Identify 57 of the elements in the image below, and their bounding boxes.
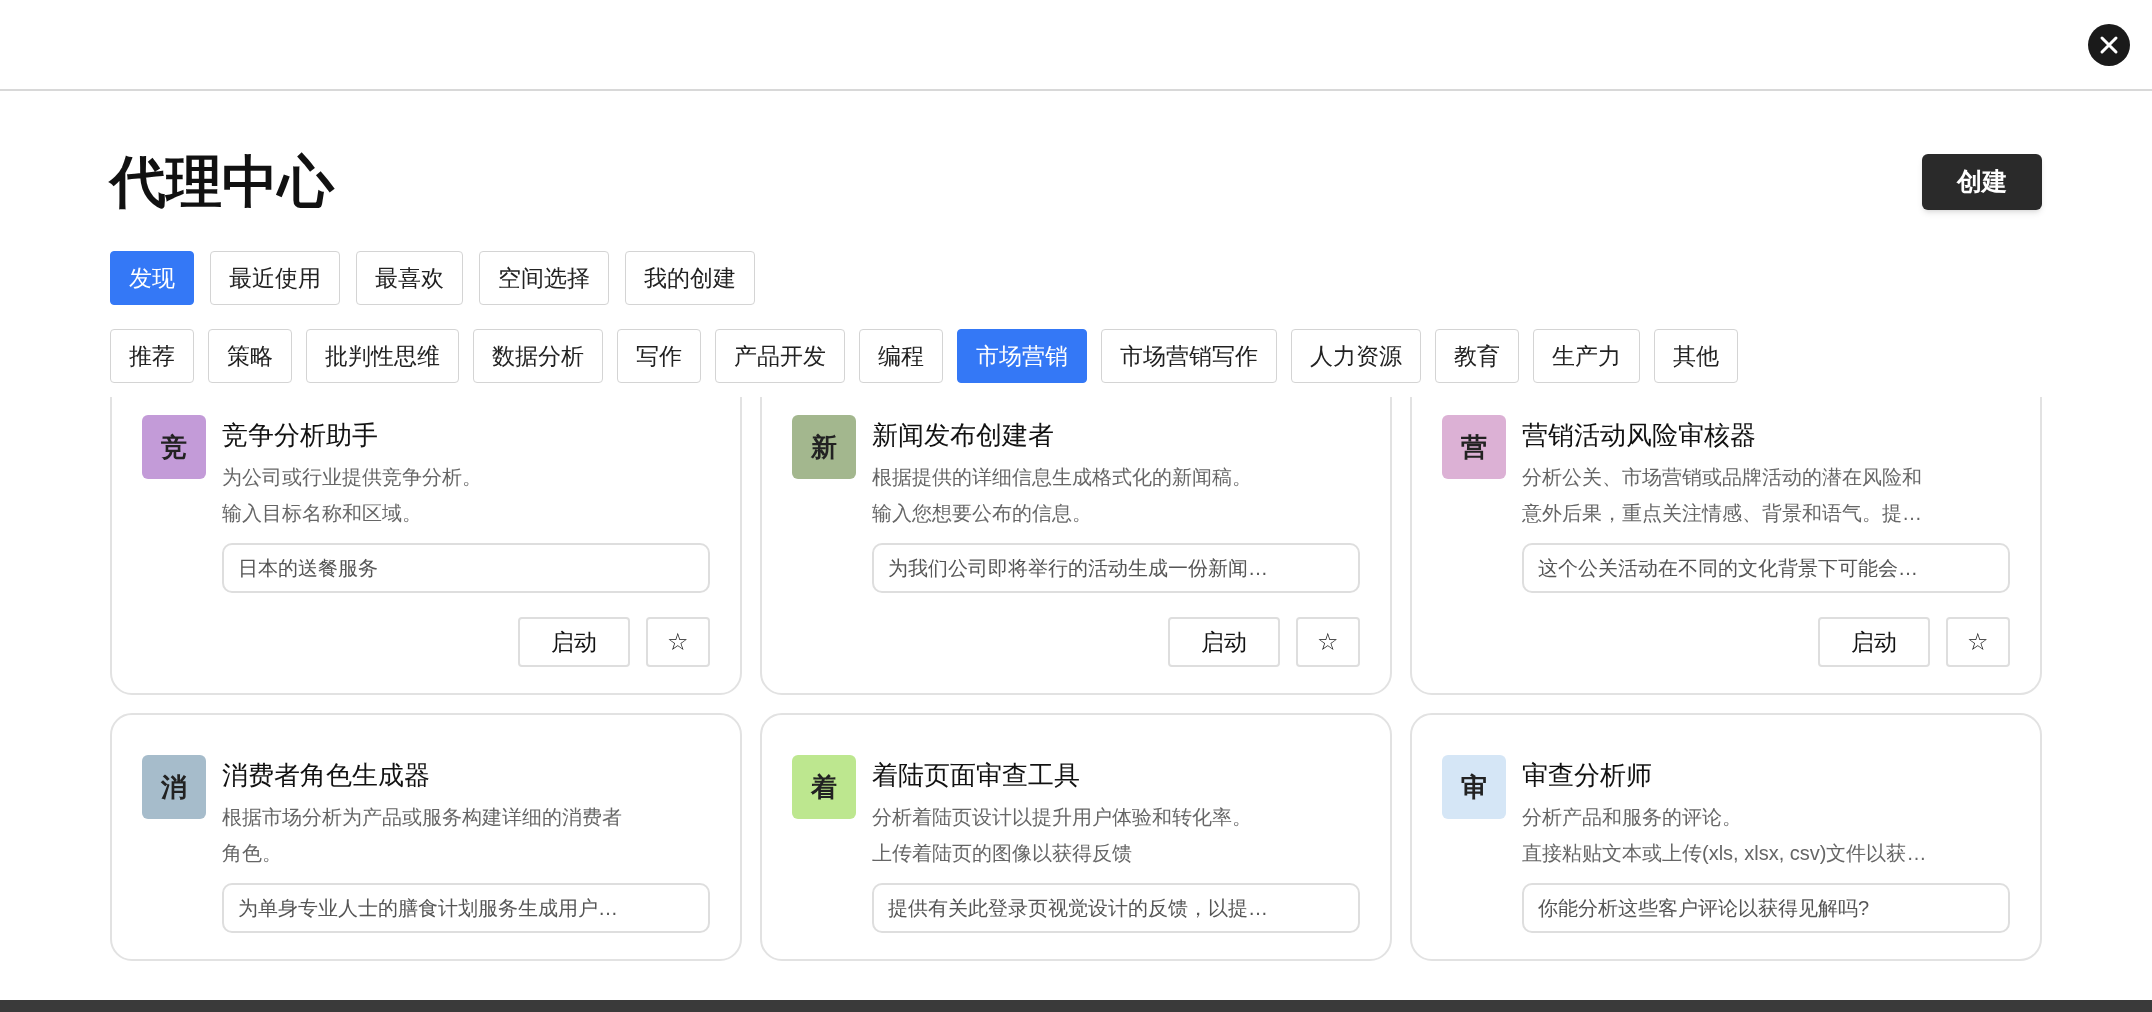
launch-button[interactable]: 启动	[1818, 617, 1930, 667]
agent-description: 分析产品和服务的评论。	[1522, 805, 1743, 830]
launch-button[interactable]: 启动	[518, 617, 630, 667]
agent-title: 消费者角色生成器	[222, 759, 431, 792]
favorite-button[interactable]: ☆	[646, 617, 710, 667]
tab[interactable]: 批判性思维	[306, 329, 459, 383]
tab[interactable]: 数据分析	[473, 329, 603, 383]
tab[interactable]: 编程	[859, 329, 943, 383]
agent-title: 审查分析师	[1522, 759, 1653, 792]
tab[interactable]: 我的创建	[625, 251, 755, 305]
agent-badge: 营	[1442, 415, 1506, 479]
tab[interactable]: 市场营销	[957, 329, 1087, 383]
tab[interactable]: 写作	[617, 329, 701, 383]
agent-description: 上传着陆页的图像以获得反馈	[872, 841, 1133, 866]
tab[interactable]: 空间选择	[479, 251, 609, 305]
agent-badge: 消	[142, 755, 206, 819]
agent-description: 根据市场分析为产品或服务构建详细的消费者	[222, 805, 623, 830]
example-prompt-field[interactable]: 提供有关此登录页视觉设计的反馈，以提…	[872, 883, 1360, 933]
create-button[interactable]: 创建	[1922, 154, 2042, 210]
agent-description: 意外后果，重点关注情感、背景和语气。提…	[1522, 501, 1923, 526]
agent-title: 新闻发布创建者	[872, 419, 1055, 452]
favorite-button[interactable]: ☆	[1946, 617, 2010, 667]
agent-description: 输入目标名称和区域。	[222, 501, 423, 526]
tab[interactable]: 市场营销写作	[1101, 329, 1277, 383]
agent-badge: 竞	[142, 415, 206, 479]
tab[interactable]: 最喜欢	[356, 251, 463, 305]
agent-description: 直接粘贴文本或上传(xls, xlsx, csv)文件以获…	[1522, 841, 1928, 866]
page-title: 代理中心	[110, 149, 334, 215]
tab[interactable]: 其他	[1654, 329, 1738, 383]
example-prompt-field[interactable]: 为单身专业人士的膳食计划服务生成用户…	[222, 883, 710, 933]
tab[interactable]: 策略	[208, 329, 292, 383]
agent-description: 分析公关、市场营销或品牌活动的潜在风险和	[1522, 465, 1923, 490]
example-prompt-field[interactable]: 这个公关活动在不同的文化背景下可能会…	[1522, 543, 2010, 593]
agent-description: 输入您想要公布的信息。	[872, 501, 1093, 526]
close-icon[interactable]	[2088, 23, 2130, 66]
launch-button[interactable]: 启动	[1168, 617, 1280, 667]
tab[interactable]: 最近使用	[210, 251, 340, 305]
agent-title: 竞争分析助手	[222, 419, 379, 452]
tab[interactable]: 教育	[1435, 329, 1519, 383]
tab[interactable]: 人力资源	[1291, 329, 1421, 383]
example-prompt-field[interactable]: 为我们公司即将举行的活动生成一份新闻…	[872, 543, 1360, 593]
agent-badge: 着	[792, 755, 856, 819]
agent-description: 角色。	[222, 841, 283, 866]
example-prompt-field[interactable]: 你能分析这些客户评论以获得见解吗?	[1522, 883, 2010, 933]
agent-title: 营销活动风险审核器	[1522, 419, 1757, 452]
tab[interactable]: 发现	[110, 251, 194, 305]
favorite-button[interactable]: ☆	[1296, 617, 1360, 667]
agent-description: 为公司或行业提供竞争分析。	[222, 465, 483, 490]
agent-description: 分析着陆页设计以提升用户体验和转化率。	[872, 805, 1253, 830]
agent-badge: 新	[792, 415, 856, 479]
tab[interactable]: 产品开发	[715, 329, 845, 383]
example-prompt-field[interactable]: 日本的送餐服务	[222, 543, 710, 593]
agent-description: 根据提供的详细信息生成格式化的新闻稿。	[872, 465, 1253, 490]
agent-title: 着陆页面审查工具	[872, 759, 1081, 792]
tab[interactable]: 推荐	[110, 329, 194, 383]
tab[interactable]: 生产力	[1533, 329, 1640, 383]
agent-badge: 审	[1442, 755, 1506, 819]
